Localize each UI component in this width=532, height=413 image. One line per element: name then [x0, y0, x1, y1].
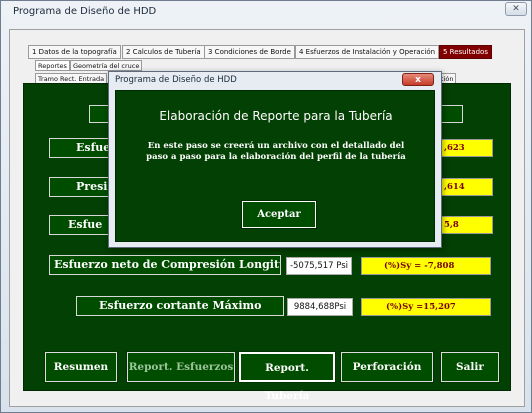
result-label-compresion: Esfuerzo neto de Compresión Longitudinal: [49, 255, 281, 275]
result-percent-1: ,623: [439, 139, 493, 157]
result-label-3: Esfue: [49, 215, 113, 235]
tab-esfuerzos-instalacion[interactable]: 4 Esfuerzos de Instalación y Operación: [295, 45, 440, 59]
result-label-1: Esfue: [49, 138, 113, 158]
perforacion-button[interactable]: Perforación: [340, 351, 434, 383]
hidden-header-fragment-right: [441, 105, 463, 123]
subtab-reportes[interactable]: Reportes: [35, 60, 70, 71]
result-label-cortante: Esfuerzo cortante Máximo: [76, 296, 284, 316]
salir-button[interactable]: Salir: [440, 351, 500, 383]
tab-datos-topografia[interactable]: 1 Datos de la topografía: [28, 45, 121, 59]
report-esfuerzos-button[interactable]: Report. Esfuerzos: [126, 351, 236, 383]
tab-condiciones-borde[interactable]: 3 Condiciones de Borde: [204, 45, 295, 59]
report-dialog: Programa de Diseño de HDD x Elaboración …: [108, 71, 442, 248]
result-value-cortante: 9884,688Psi: [287, 298, 353, 316]
result-percent-compresion: (%)Sy = -7,808: [361, 257, 491, 275]
dialog-close-button[interactable]: x: [402, 73, 434, 86]
dialog-message: En este paso se creerá un archivo con el…: [146, 141, 406, 162]
result-percent-2: ,614: [439, 178, 493, 196]
dialog-title: Programa de Diseño de HDD: [115, 75, 237, 85]
tab-calculos-tuberia[interactable]: 2 Calculos de Tubería: [122, 45, 205, 59]
dialog-body: Elaboración de Reporte para la Tubería E…: [115, 90, 435, 242]
dialog-heading: Elaboración de Reporte para la Tubería: [159, 109, 393, 123]
resumen-button[interactable]: Resumen: [44, 351, 118, 383]
result-percent-3: 5,8: [439, 216, 493, 234]
result-label-2: Presi: [49, 177, 113, 197]
aceptar-button[interactable]: Aceptar: [241, 200, 317, 229]
result-percent-cortante: (%)Sy =15,207: [361, 298, 491, 316]
tab-resultados[interactable]: 5 Resultados: [439, 45, 492, 59]
subtab-geometria-cruce[interactable]: Geometría del cruce: [70, 60, 143, 71]
report-tuberia-button[interactable]: Report. Tubería: [238, 351, 336, 402]
window-close-button[interactable]: ✕: [505, 2, 527, 16]
window-title: Programa de Diseño de HDD: [13, 6, 157, 17]
result-value-compresion: -5075,517 Psi: [286, 257, 352, 275]
